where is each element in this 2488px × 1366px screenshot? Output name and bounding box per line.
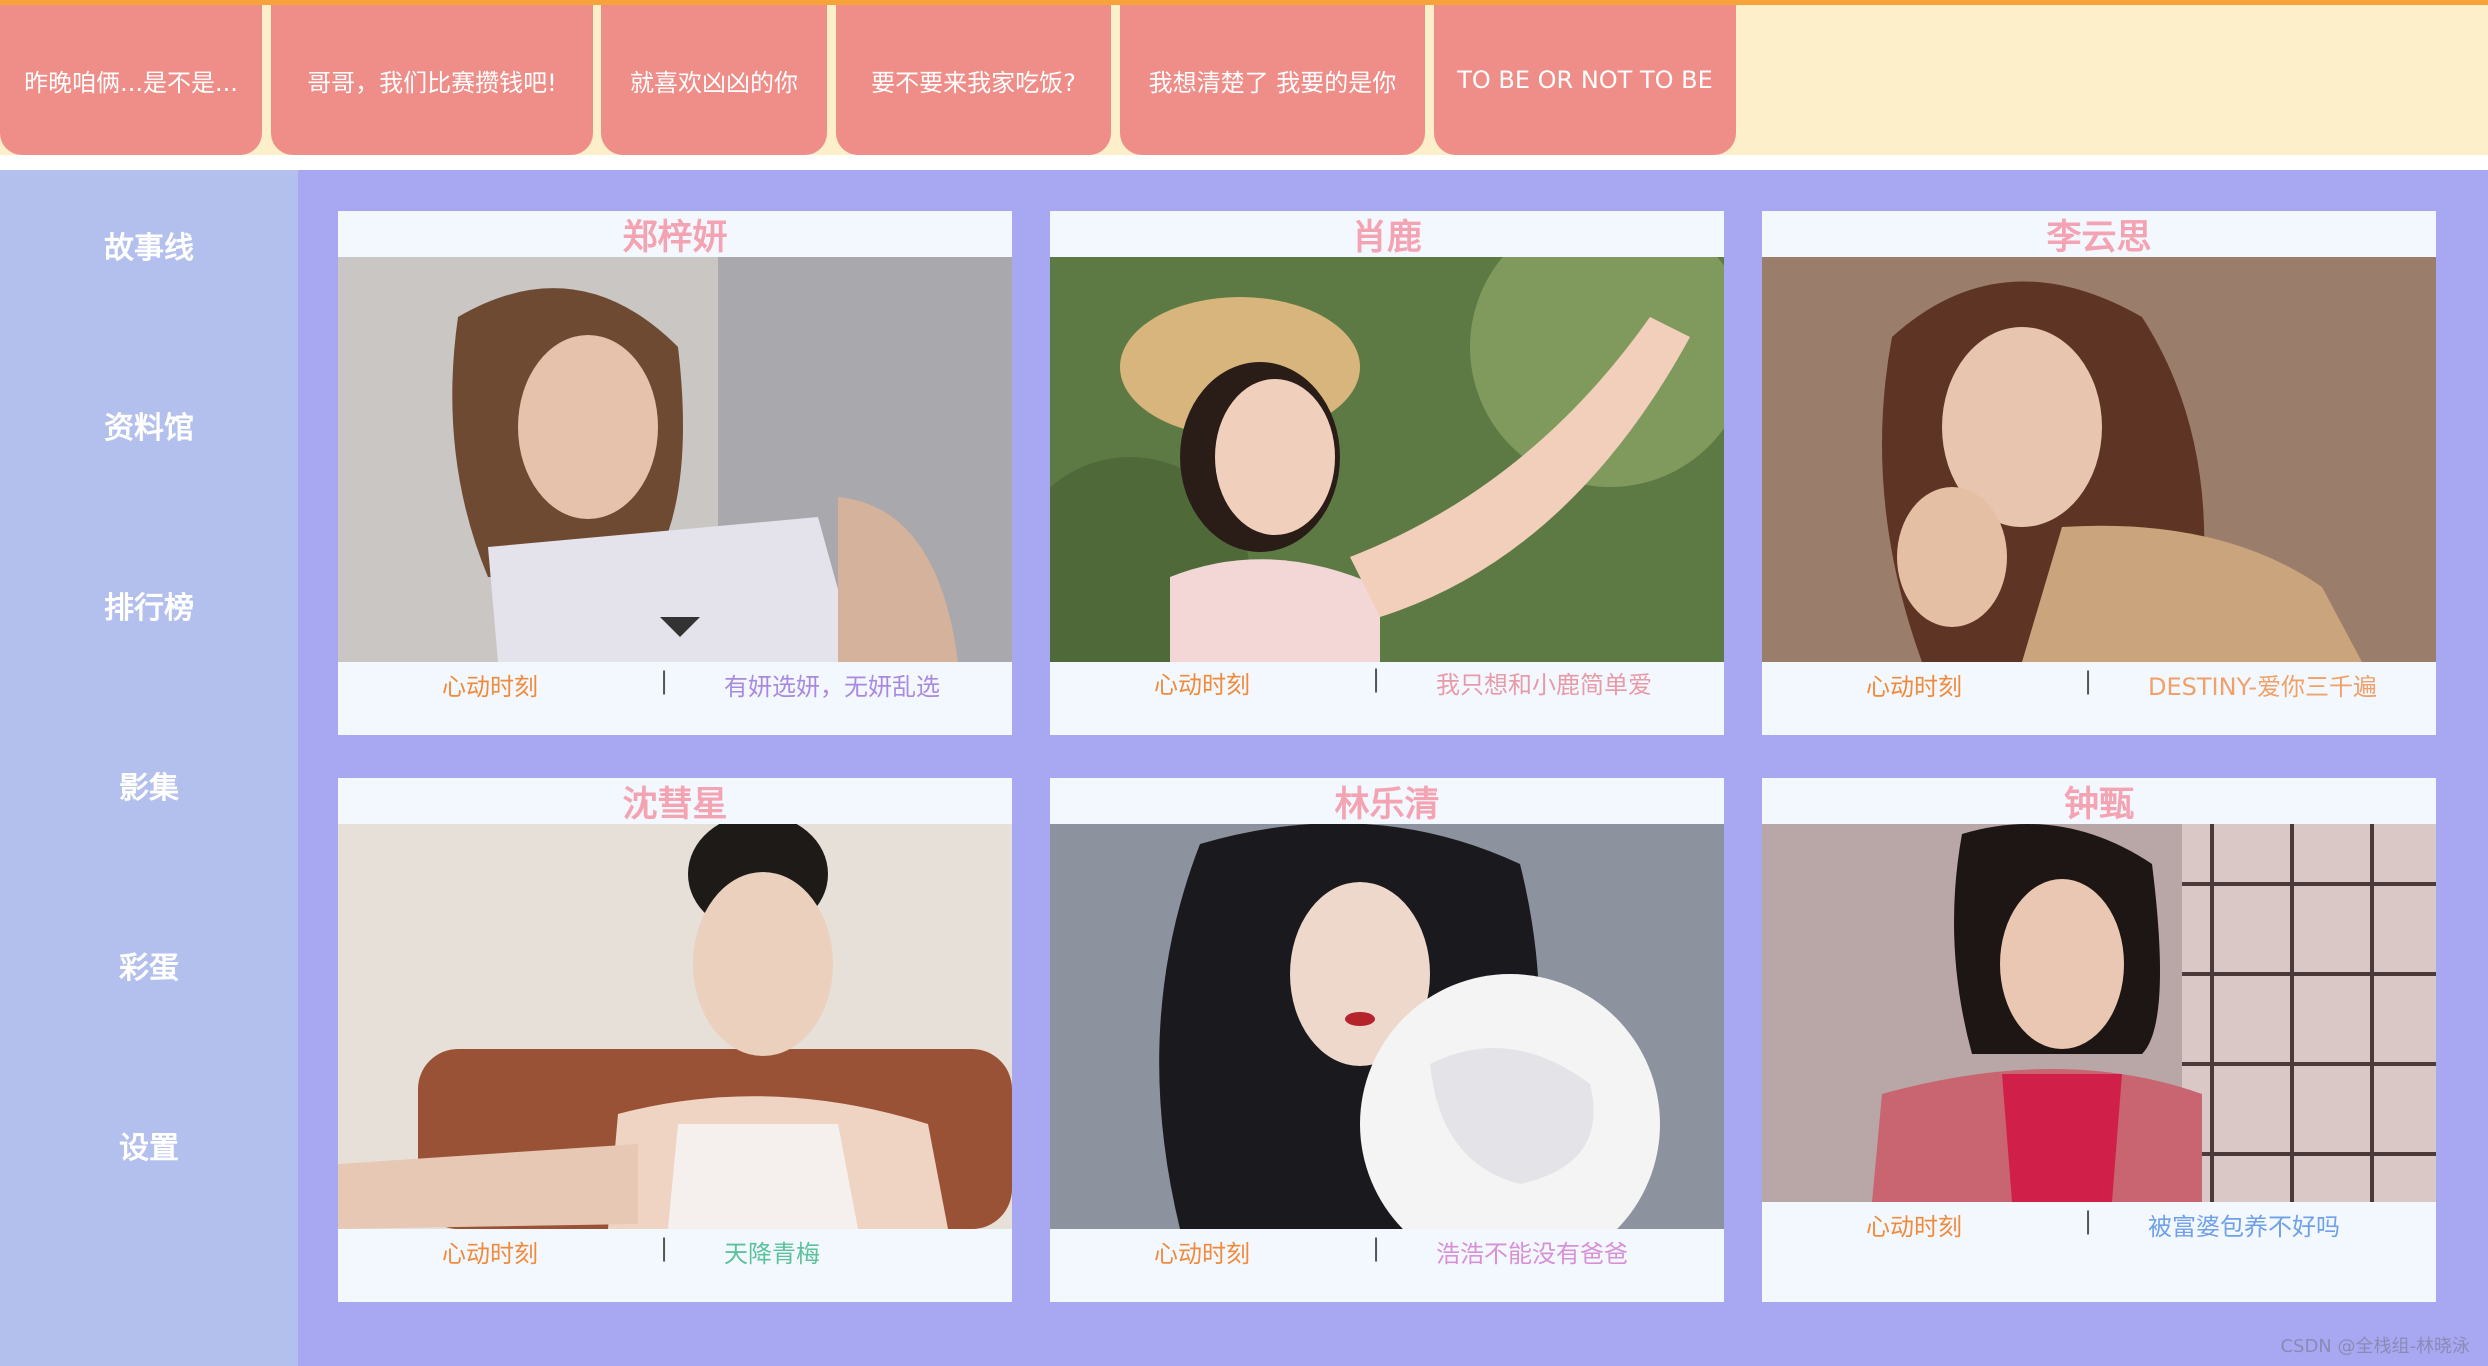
top-tab-bar: 昨晚咱俩...是不是... 哥哥，我们比赛攒钱吧! 就喜欢凶凶的你 要不要来我家… xyxy=(0,0,2488,155)
sidebar-item-gallery[interactable]: 影集 xyxy=(0,755,298,815)
character-photo xyxy=(338,257,1012,662)
heart-moment-link[interactable]: 心动时刻 xyxy=(442,1234,538,1269)
character-card[interactable]: 肖鹿 心动时刻 | 我只想和小鹿简单爱 xyxy=(1050,211,1724,735)
top-tab-6[interactable]: TO BE OR NOT TO BE xyxy=(1434,5,1736,155)
card-name: 沈彗星 xyxy=(622,784,728,825)
csdn-watermark: CSDN @全栈组-林晓泳 xyxy=(2280,1336,2470,1357)
story-title-link[interactable]: 天降青梅 xyxy=(724,1234,820,1269)
sidebar: 故事线 资料馆 排行榜 影集 彩蛋 设置 xyxy=(0,170,298,1366)
separator: | xyxy=(2084,667,2093,695)
character-photo xyxy=(1050,257,1724,662)
main-content: 郑梓妍 心动时刻 | 有妍选妍，无妍乱选 肖鹿 心动时刻 | 我只想和小鹿简单爱… xyxy=(298,170,2488,1366)
card-name: 郑梓妍 xyxy=(622,217,728,258)
character-card[interactable]: 郑梓妍 心动时刻 | 有妍选妍，无妍乱选 xyxy=(338,211,1012,735)
character-photo xyxy=(1762,257,2436,662)
story-title-link[interactable]: DESTINY-爱你三千遍 xyxy=(2148,667,2377,702)
top-tab-4[interactable]: 要不要来我家吃饭? xyxy=(836,5,1111,155)
heart-moment-link[interactable]: 心动时刻 xyxy=(1154,1234,1250,1269)
top-tab-5[interactable]: 我想清楚了 我要的是你 xyxy=(1120,5,1425,155)
sidebar-item-storyline[interactable]: 故事线 xyxy=(0,215,298,275)
card-name: 钟甄 xyxy=(2063,784,2134,825)
top-tab-1[interactable]: 昨晚咱俩...是不是... xyxy=(0,5,262,155)
character-card[interactable]: 沈彗星 心动时刻 | 天降青梅 xyxy=(338,778,1012,1302)
card-footer: 心动时刻 | 有妍选妍，无妍乱选 xyxy=(338,663,1012,703)
card-footer: 心动时刻 | DESTINY-爱你三千遍 xyxy=(1762,663,2436,703)
character-photo xyxy=(1050,824,1724,1229)
heart-moment-link[interactable]: 心动时刻 xyxy=(442,667,538,702)
story-title-link[interactable]: 有妍选妍，无妍乱选 xyxy=(724,667,940,702)
separator: | xyxy=(1372,665,1381,693)
character-card[interactable]: 钟甄 心动时刻 | 被富婆包养不好吗 xyxy=(1762,778,2436,1302)
top-tab-3[interactable]: 就喜欢凶凶的你 xyxy=(601,5,827,155)
separator: | xyxy=(660,667,669,695)
story-title-link[interactable]: 我只想和小鹿简单爱 xyxy=(1436,665,1652,700)
story-title-link[interactable]: 被富婆包养不好吗 xyxy=(2148,1207,2340,1242)
sidebar-item-settings[interactable]: 设置 xyxy=(0,1115,298,1175)
sidebar-item-ranking[interactable]: 排行榜 xyxy=(0,575,298,635)
heart-moment-link[interactable]: 心动时刻 xyxy=(1866,667,1962,702)
card-footer: 心动时刻 | 我只想和小鹿简单爱 xyxy=(1050,661,1724,701)
separator: | xyxy=(1372,1234,1381,1262)
card-name: 李云思 xyxy=(2046,217,2152,258)
story-title-link[interactable]: 浩浩不能没有爸爸 xyxy=(1436,1234,1628,1269)
sidebar-item-easter-egg[interactable]: 彩蛋 xyxy=(0,935,298,995)
heart-moment-link[interactable]: 心动时刻 xyxy=(1866,1207,1962,1242)
separator: | xyxy=(660,1234,669,1262)
card-footer: 心动时刻 | 被富婆包养不好吗 xyxy=(1762,1203,2436,1243)
card-footer: 心动时刻 | 天降青梅 xyxy=(338,1230,1012,1270)
character-card[interactable]: 林乐清 心动时刻 | 浩浩不能没有爸爸 xyxy=(1050,778,1724,1302)
heart-moment-link[interactable]: 心动时刻 xyxy=(1154,665,1250,700)
separator: | xyxy=(2084,1207,2093,1235)
card-name: 肖鹿 xyxy=(1351,217,1422,258)
card-name: 林乐清 xyxy=(1334,784,1440,825)
card-footer: 心动时刻 | 浩浩不能没有爸爸 xyxy=(1050,1230,1724,1270)
character-photo xyxy=(1762,824,2436,1202)
sidebar-item-archive[interactable]: 资料馆 xyxy=(0,395,298,455)
character-card[interactable]: 李云思 心动时刻 | DESTINY-爱你三千遍 xyxy=(1762,211,2436,735)
top-tab-2[interactable]: 哥哥，我们比赛攒钱吧! xyxy=(271,5,593,155)
character-photo xyxy=(338,824,1012,1229)
